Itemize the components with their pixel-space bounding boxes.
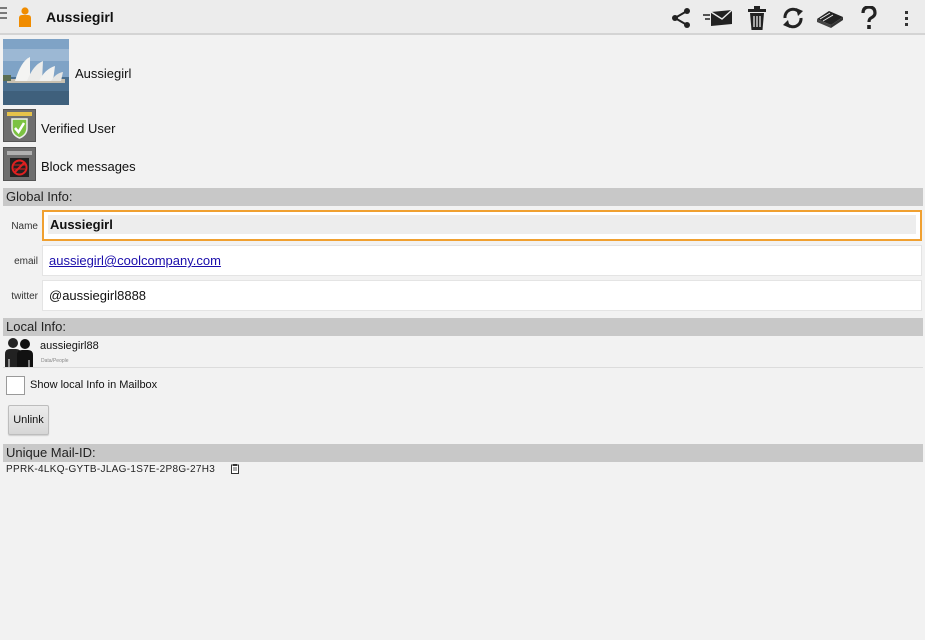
overflow-menu-button[interactable] — [893, 4, 921, 32]
opera-house-photo — [3, 39, 69, 105]
delete-button[interactable] — [743, 4, 771, 32]
verified-user-label: Verified User — [41, 121, 116, 136]
clipboard-icon[interactable] — [231, 464, 239, 474]
email-link[interactable]: aussiegirl@coolcompany.com — [49, 253, 221, 268]
profile-name: Aussiegirl — [75, 66, 132, 81]
help-icon — [861, 6, 877, 29]
people-icon — [5, 338, 33, 367]
contact-person-icon[interactable] — [17, 7, 33, 27]
verified-shield-icon — [7, 112, 32, 139]
drawer-menu-icon[interactable] — [0, 7, 8, 21]
name-field-value: Aussiegirl — [48, 215, 916, 234]
show-local-info-checkbox[interactable] — [6, 376, 25, 395]
block-messages-label: Block messages — [41, 159, 136, 174]
send-mail-icon — [703, 9, 733, 26]
books-icon — [817, 11, 843, 28]
action-bar: Aussiegirl — [0, 0, 925, 35]
block-messages-toggle[interactable] — [3, 147, 36, 181]
global-info-header: Global Info: — [3, 188, 923, 206]
local-source-label: Data/People — [41, 358, 69, 364]
blocked-mailbox-icon — [7, 151, 32, 177]
name-field-label: Name — [11, 221, 38, 232]
share-icon — [672, 8, 690, 28]
overflow-menu-icon — [905, 11, 908, 26]
help-button[interactable] — [855, 4, 883, 32]
avatar[interactable] — [3, 39, 69, 105]
email-field[interactable]: aussiegirl@coolcompany.com — [42, 245, 922, 276]
divider — [3, 367, 923, 368]
email-field-label: email — [14, 256, 38, 267]
unique-mail-id-value: PPRK-4LKQ-GYTB-JLAG-1S7E-2P8G-27H3 — [6, 464, 216, 475]
twitter-field[interactable]: @aussiegirl8888 — [42, 280, 922, 311]
verified-user-toggle[interactable] — [3, 109, 36, 142]
twitter-value: @aussiegirl8888 — [49, 288, 147, 303]
twitter-field-label: twitter — [11, 291, 38, 302]
app-title: Aussiegirl — [46, 9, 114, 25]
local-username[interactable]: aussiegirl88 — [40, 340, 99, 352]
send-mail-button[interactable] — [702, 4, 734, 32]
share-button[interactable] — [667, 4, 695, 32]
refresh-button[interactable] — [779, 4, 807, 32]
unique-mail-id-header: Unique Mail-ID: — [3, 444, 923, 462]
unlink-button[interactable]: Unlink — [8, 405, 49, 435]
name-field[interactable]: Aussiegirl — [42, 210, 922, 241]
show-local-info-label[interactable]: Show local Info in Mailbox — [30, 379, 157, 391]
refresh-icon — [783, 7, 803, 29]
delete-icon — [748, 6, 766, 30]
local-info-header: Local Info: — [3, 318, 923, 336]
books-button[interactable] — [814, 4, 846, 32]
